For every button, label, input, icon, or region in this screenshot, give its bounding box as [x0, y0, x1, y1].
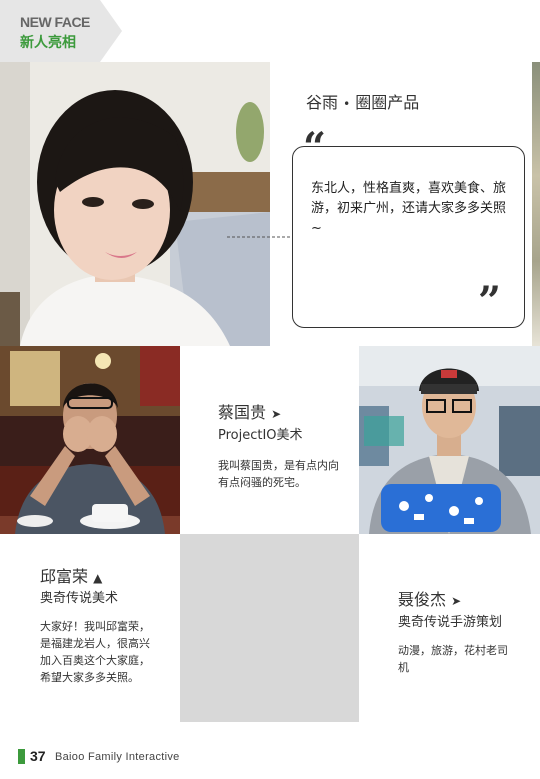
- bio-caiguogui: 我叫蔡国贵，是有点内向有点闷骚的死宅。: [218, 459, 339, 489]
- role-qiufurong: 奥奇传说美术: [40, 591, 119, 606]
- name-qiufurong: 邱富荣 ▲: [40, 563, 102, 587]
- photo-caiguogui: [0, 346, 180, 534]
- close-quote-icon: ”: [478, 278, 502, 325]
- connector-line: [227, 236, 293, 238]
- open-quote-icon: “: [303, 124, 327, 171]
- role-text: 圈圈产品: [355, 93, 420, 112]
- section-title-cn: 新人亮相: [20, 35, 76, 51]
- grey-block: [180, 534, 359, 722]
- name-guyu: 谷雨 • 圈圈产品: [306, 89, 419, 113]
- footer-accent-bar: [18, 749, 25, 764]
- bio-qiufurong: 大家好！我叫邱富荣，是福建龙岩人，很高兴加入百奥这个大家庭，希望大家多多关照。: [40, 620, 150, 684]
- photo-niejunjie: [359, 346, 540, 534]
- name-text: 邱富荣: [40, 567, 89, 586]
- role-caiguogui: ProjectIO美术: [218, 428, 303, 443]
- arrow-right-icon: ➤: [271, 407, 282, 421]
- section-tab: NEW FACE 新人亮相: [0, 0, 122, 62]
- name-text: 谷雨: [306, 93, 339, 112]
- footer-text: Baioo Family Interactive: [55, 751, 180, 763]
- tab-shape: [0, 0, 122, 62]
- name-separator: •: [343, 97, 351, 111]
- name-text: 蔡国贵: [218, 403, 267, 422]
- bio-guyu: 东北人，性格直爽，喜欢美食、旅游，初来广州，还请大家多多关照~: [311, 181, 507, 236]
- edge-photo-strip: [532, 62, 540, 347]
- name-text: 聂俊杰: [398, 590, 447, 609]
- page-number: 37: [30, 748, 46, 764]
- arrow-right-icon: ➤: [451, 594, 462, 608]
- photo-guyu: [0, 62, 270, 346]
- arrow-up-icon: ▲: [93, 571, 103, 585]
- role-niejunjie: 奥奇传说手游策划: [398, 615, 503, 630]
- section-title-en: NEW FACE: [20, 14, 90, 30]
- bio-niejunjie: 动漫，旅游，花村老司机: [398, 644, 508, 674]
- name-niejunjie: 聂俊杰 ➤: [398, 586, 461, 610]
- name-caiguogui: 蔡国贵 ➤: [218, 399, 281, 423]
